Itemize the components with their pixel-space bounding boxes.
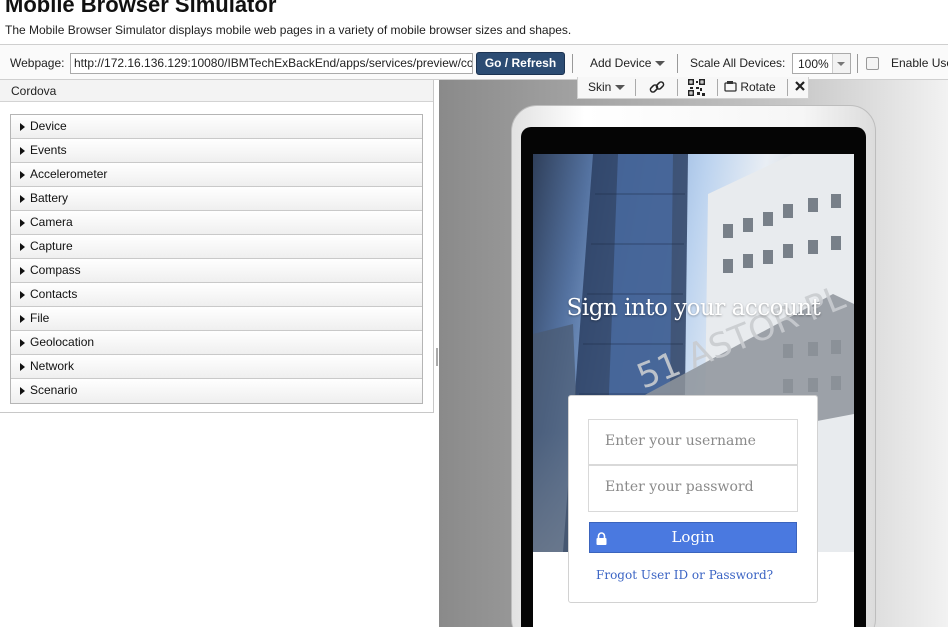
expand-arrow-icon bbox=[20, 291, 25, 299]
accordion-item-accelerometer[interactable]: Accelerometer bbox=[11, 163, 422, 187]
password-field[interactable]: Enter your password bbox=[588, 465, 798, 512]
expand-arrow-icon bbox=[20, 195, 25, 203]
hero-title: Sign into your account bbox=[566, 295, 821, 321]
splitter-handle[interactable] bbox=[436, 348, 438, 366]
toolbar-divider bbox=[677, 54, 678, 73]
url-input[interactable]: http://172.16.136.129:10080/IBMTechExBac… bbox=[70, 53, 473, 74]
accordion-item-events[interactable]: Events bbox=[11, 139, 422, 163]
rotate-label: Rotate bbox=[740, 80, 776, 94]
expand-arrow-icon bbox=[20, 363, 25, 371]
add-device-label: Add Device bbox=[590, 56, 652, 70]
accordion-label: Events bbox=[30, 143, 67, 157]
accordion-item-file[interactable]: File bbox=[11, 307, 422, 331]
expand-arrow-icon bbox=[20, 387, 25, 395]
rotate-icon bbox=[724, 81, 737, 92]
expand-arrow-icon bbox=[20, 219, 25, 227]
skin-dropdown[interactable]: Skin bbox=[588, 77, 626, 98]
accordion-label: Capture bbox=[30, 239, 73, 253]
accordion-item-scenario[interactable]: Scenario bbox=[11, 379, 422, 403]
add-device-button[interactable]: Add Device bbox=[590, 56, 666, 70]
qr-code-icon[interactable] bbox=[688, 79, 705, 100]
toolbar-divider bbox=[857, 54, 858, 73]
panel-title: Cordova bbox=[0, 80, 433, 102]
accordion-item-camera[interactable]: Camera bbox=[11, 211, 422, 235]
app-title: Mobile Browser Simulator bbox=[5, 0, 277, 17]
username-field[interactable]: Enter your username bbox=[588, 419, 798, 465]
chevron-down-icon[interactable] bbox=[832, 54, 850, 73]
chevron-down-icon bbox=[655, 61, 666, 67]
accordion-label: Camera bbox=[30, 215, 73, 229]
webpage-label: Webpage: bbox=[10, 56, 65, 70]
lock-icon bbox=[596, 532, 607, 545]
expand-arrow-icon bbox=[20, 123, 25, 131]
accordion-item-compass[interactable]: Compass bbox=[11, 259, 422, 283]
close-icon[interactable] bbox=[794, 78, 806, 99]
enable-label: Enable Use bbox=[891, 56, 948, 70]
forgot-credentials-link[interactable]: Frogot User ID or Password? bbox=[596, 568, 773, 582]
app-subtitle: The Mobile Browser Simulator displays mo… bbox=[5, 23, 572, 37]
toolbar: Webpage: http://172.16.136.129:10080/IBM… bbox=[0, 44, 948, 80]
accordion-item-device[interactable]: Device bbox=[11, 115, 422, 139]
accordion-label: File bbox=[30, 311, 50, 325]
link-icon[interactable] bbox=[649, 79, 665, 100]
device-toolbar: Skin Rotate bbox=[577, 77, 809, 99]
scale-select[interactable]: 100% bbox=[792, 53, 851, 74]
accordion-label: Compass bbox=[30, 263, 81, 277]
enable-checkbox[interactable] bbox=[866, 57, 879, 70]
cordova-panel: Cordova Device Events Accelerometer Batt… bbox=[0, 80, 434, 413]
login-card: Enter your username Enter your password … bbox=[568, 395, 818, 603]
accordion-item-geolocation[interactable]: Geolocation bbox=[11, 331, 422, 355]
accordion-label: Contacts bbox=[30, 287, 78, 301]
cordova-accordion: Device Events Accelerometer Battery Came… bbox=[10, 114, 423, 404]
accordion-item-network[interactable]: Network bbox=[11, 355, 422, 379]
expand-arrow-icon bbox=[20, 267, 25, 275]
expand-arrow-icon bbox=[20, 171, 25, 179]
expand-arrow-icon bbox=[20, 339, 25, 347]
accordion-label: Geolocation bbox=[30, 335, 95, 349]
accordion-item-capture[interactable]: Capture bbox=[11, 235, 422, 259]
device-screen: 51 ASTOR PL Sign into your account Enter… bbox=[533, 154, 854, 627]
accordion-label: Accelerometer bbox=[30, 167, 108, 181]
rotate-button[interactable]: Rotate bbox=[724, 77, 776, 98]
accordion-label: Device bbox=[30, 119, 67, 133]
accordion-label: Network bbox=[30, 359, 75, 373]
go-refresh-button[interactable]: Go / Refresh bbox=[476, 52, 565, 75]
skin-label: Skin bbox=[588, 80, 612, 94]
chevron-down-icon bbox=[615, 85, 626, 91]
expand-arrow-icon bbox=[20, 147, 25, 155]
scale-value: 100% bbox=[798, 57, 829, 71]
accordion-item-battery[interactable]: Battery bbox=[11, 187, 422, 211]
accordion-label: Scenario bbox=[30, 383, 78, 397]
login-button[interactable]: Login bbox=[589, 522, 797, 553]
toolbar-divider bbox=[572, 54, 573, 73]
expand-arrow-icon bbox=[20, 243, 25, 251]
accordion-label: Battery bbox=[30, 191, 69, 205]
accordion-item-contacts[interactable]: Contacts bbox=[11, 283, 422, 307]
expand-arrow-icon bbox=[20, 315, 25, 323]
scale-label: Scale All Devices: bbox=[690, 56, 786, 70]
login-label: Login bbox=[671, 528, 715, 546]
